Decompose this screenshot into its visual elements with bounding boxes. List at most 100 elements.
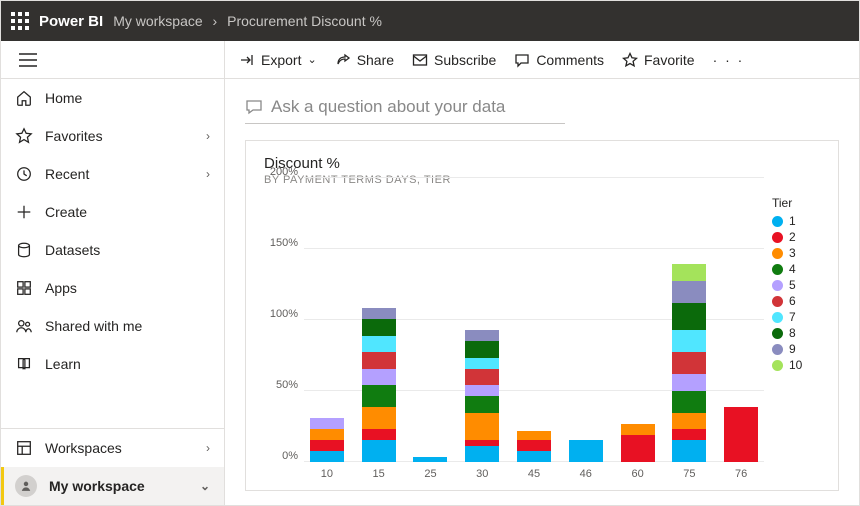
legend-item[interactable]: 9 bbox=[772, 342, 824, 356]
bar-column[interactable]: 60 bbox=[619, 196, 657, 480]
share-icon bbox=[335, 52, 351, 68]
bar-segment[interactable] bbox=[672, 429, 706, 440]
bar-segment[interactable] bbox=[362, 369, 396, 386]
bar-segment[interactable] bbox=[310, 418, 344, 429]
bar-segment[interactable] bbox=[672, 391, 706, 413]
bar-segment[interactable] bbox=[465, 369, 499, 386]
bar-segment[interactable] bbox=[465, 396, 499, 413]
bar-segment[interactable] bbox=[362, 429, 396, 440]
legend-swatch bbox=[772, 216, 783, 227]
bar-segment[interactable] bbox=[310, 440, 344, 451]
chart-plot-area[interactable]: 10152530454660 75 76 bbox=[304, 196, 764, 480]
bar-segment[interactable] bbox=[621, 424, 655, 435]
bar-segment[interactable] bbox=[672, 281, 706, 303]
bar-segment[interactable] bbox=[621, 435, 655, 463]
chevron-right-icon: › bbox=[206, 441, 210, 455]
share-button[interactable]: Share bbox=[335, 52, 394, 68]
bar-segment[interactable] bbox=[517, 451, 551, 462]
bar-segment[interactable] bbox=[362, 440, 396, 462]
bar-segment[interactable] bbox=[362, 385, 396, 407]
bar-segment[interactable] bbox=[362, 407, 396, 429]
bar-segment[interactable] bbox=[465, 413, 499, 441]
workspaces-icon bbox=[15, 439, 33, 457]
bar-segment[interactable] bbox=[362, 352, 396, 369]
bar-segment[interactable] bbox=[465, 330, 499, 341]
bar-segment[interactable] bbox=[672, 440, 706, 462]
bar-column[interactable]: 75 bbox=[670, 196, 708, 480]
qa-input[interactable]: Ask a question about your data bbox=[245, 95, 565, 124]
people-icon bbox=[15, 317, 33, 335]
legend-item[interactable]: 7 bbox=[772, 310, 824, 324]
legend-item[interactable]: 2 bbox=[772, 230, 824, 244]
more-options-button[interactable]: · · · bbox=[713, 52, 745, 68]
bar-segment[interactable] bbox=[362, 319, 396, 336]
sidebar-item-create[interactable]: Create bbox=[1, 193, 224, 231]
favorite-button[interactable]: Favorite bbox=[622, 52, 695, 68]
chevron-right-icon: › bbox=[206, 129, 210, 143]
sidebar-item-apps[interactable]: Apps bbox=[1, 269, 224, 307]
sidebar-item-shared[interactable]: Shared with me bbox=[1, 307, 224, 345]
sidebar-item-label: Apps bbox=[45, 280, 210, 296]
bar-segment[interactable] bbox=[672, 352, 706, 374]
sidebar-item-datasets[interactable]: Datasets bbox=[1, 231, 224, 269]
legend-item[interactable]: 5 bbox=[772, 278, 824, 292]
chevron-right-icon: › bbox=[206, 167, 210, 181]
bar-segment[interactable] bbox=[672, 330, 706, 352]
bar-column[interactable]: 30 bbox=[463, 196, 501, 480]
toolbar-label: Share bbox=[357, 52, 394, 68]
bar-segment[interactable] bbox=[672, 303, 706, 331]
bar-segment[interactable] bbox=[517, 440, 551, 451]
bar-segment[interactable] bbox=[517, 431, 551, 440]
app-launcher-icon[interactable] bbox=[11, 12, 29, 30]
sidebar-item-home[interactable]: Home bbox=[1, 79, 224, 117]
bar-segment[interactable] bbox=[310, 451, 344, 462]
bar-column[interactable]: 15 bbox=[360, 196, 398, 480]
legend-item[interactable]: 3 bbox=[772, 246, 824, 260]
legend-item[interactable]: 4 bbox=[772, 262, 824, 276]
legend-swatch bbox=[772, 312, 783, 323]
bar-segment[interactable] bbox=[672, 374, 706, 391]
bar-segment[interactable] bbox=[413, 457, 447, 463]
legend-item[interactable]: 1 bbox=[772, 214, 824, 228]
breadcrumb-workspace[interactable]: My workspace bbox=[113, 13, 202, 29]
bar-column[interactable]: 45 bbox=[515, 196, 553, 480]
bar-segment[interactable] bbox=[465, 341, 499, 358]
toolbar-label: Export bbox=[261, 52, 301, 68]
bar-column[interactable]: 25 bbox=[412, 196, 450, 480]
chevron-down-icon: ⌄ bbox=[307, 53, 316, 66]
bar-segment[interactable] bbox=[465, 446, 499, 463]
bar-column[interactable]: 46 bbox=[567, 196, 605, 480]
comment-icon bbox=[514, 52, 530, 68]
nav-toggle-button[interactable] bbox=[1, 41, 224, 79]
bar-column[interactable]: 76 bbox=[722, 196, 760, 480]
export-button[interactable]: Export ⌄ bbox=[239, 52, 317, 68]
x-tick: 76 bbox=[735, 468, 747, 480]
sidebar-item-my-workspace[interactable]: My workspace ⌄ bbox=[1, 467, 224, 505]
legend-label: 3 bbox=[789, 246, 796, 260]
breadcrumb-report[interactable]: Procurement Discount % bbox=[227, 13, 382, 29]
legend-item[interactable]: 10 bbox=[772, 358, 824, 372]
bar-segment[interactable] bbox=[724, 407, 758, 462]
bar-segment[interactable] bbox=[672, 413, 706, 430]
bar-segment[interactable] bbox=[362, 308, 396, 319]
chart-title: Discount % bbox=[264, 155, 824, 172]
sidebar-item-workspaces[interactable]: Workspaces › bbox=[1, 429, 224, 467]
subscribe-button[interactable]: Subscribe bbox=[412, 52, 496, 68]
bar-segment[interactable] bbox=[672, 264, 706, 281]
export-icon bbox=[239, 52, 255, 68]
bar-segment[interactable] bbox=[465, 358, 499, 369]
bar-segment[interactable] bbox=[569, 440, 603, 462]
comments-button[interactable]: Comments bbox=[514, 52, 604, 68]
legend-item[interactable]: 8 bbox=[772, 326, 824, 340]
bar-column[interactable]: 10 bbox=[308, 196, 346, 480]
chart-card: Discount % BY PAYMENT TERMS DAYS, TIER 0… bbox=[245, 140, 839, 491]
legend-label: 9 bbox=[789, 342, 796, 356]
x-tick: 75 bbox=[683, 468, 695, 480]
bar-segment[interactable] bbox=[362, 336, 396, 353]
sidebar-item-recent[interactable]: Recent › bbox=[1, 155, 224, 193]
sidebar-item-learn[interactable]: Learn bbox=[1, 345, 224, 383]
sidebar-item-favorites[interactable]: Favorites › bbox=[1, 117, 224, 155]
bar-segment[interactable] bbox=[465, 385, 499, 396]
legend-item[interactable]: 6 bbox=[772, 294, 824, 308]
bar-segment[interactable] bbox=[310, 429, 344, 440]
